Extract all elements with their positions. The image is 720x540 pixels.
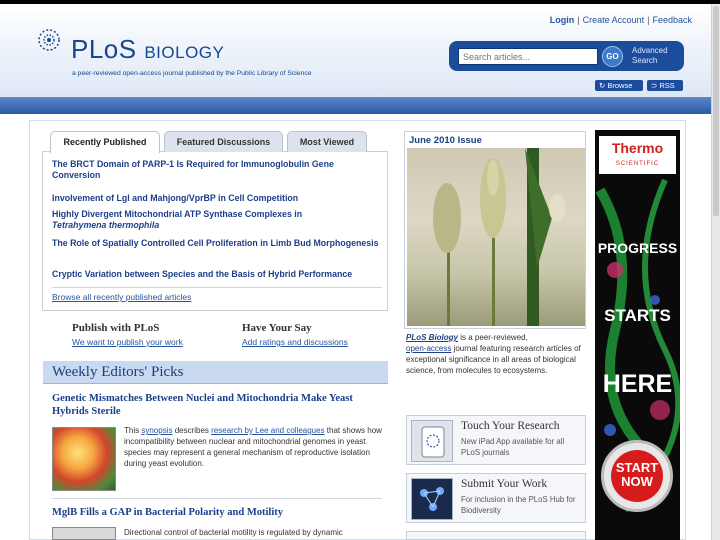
create-account-link[interactable]: Create Account [583, 15, 645, 25]
yeast-thumbnail[interactable] [52, 427, 116, 491]
nav-browse-articles[interactable]: Browse Articles [77, 3, 145, 13]
pick-text-yeast-mid: describes [172, 426, 212, 435]
browse-all-link[interactable]: Browse all recently published articles [52, 292, 191, 302]
article-link-cryptic-variation[interactable]: Cryptic Variation between Species and th… [52, 269, 382, 280]
publish-title: Publish with PLoS [72, 322, 160, 334]
nav-for-authors[interactable]: For Authors and Reviewers [260, 3, 377, 13]
submit-work-box[interactable]: Submit Your Work For inclusion in the PL… [406, 473, 586, 523]
picks-divider [52, 498, 382, 499]
have-your-say-link[interactable]: Add ratings and discussions [242, 337, 348, 347]
pick-title-yeast[interactable]: Genetic Mismatches Between Nuclei and Mi… [52, 392, 372, 418]
browse-label: Browse [607, 81, 633, 90]
article-link-mito-atp-text: Highly Divergent Mitochondrial ATP Synth… [52, 209, 303, 219]
main-navbar [0, 97, 711, 114]
site-tagline: a peer-reviewed open-access journal publ… [72, 70, 312, 77]
logo-main: PLoS [71, 34, 137, 64]
articles-divider [52, 287, 382, 288]
pick-text-mglb: Directional control of bacterial motilit… [124, 528, 343, 537]
login-link[interactable]: Login [550, 15, 575, 25]
thermo-logo: Thermo SCIENTIFIC [599, 136, 676, 174]
next-side-box[interactable] [406, 531, 586, 540]
nav-home[interactable]: Home [42, 3, 67, 13]
now-word: NOW [621, 474, 653, 489]
thermo-brand: Thermo [611, 140, 664, 156]
thermo-advertisement[interactable]: Thermo SCIENTIFIC PROGRESS STARTS HERE S… [595, 130, 680, 540]
start-word: START [615, 460, 659, 475]
issue-title[interactable]: June 2010 Issue [409, 135, 482, 146]
account-links: Login | Create Account | Feedback [549, 15, 692, 25]
tab-featured-discussions[interactable]: Featured Discussions [164, 131, 283, 152]
start-now-button[interactable]: START NOW [601, 440, 673, 512]
article-link-species-name: Tetrahymena thermophila [52, 220, 160, 230]
touch-research-title: Touch Your Research [461, 420, 560, 432]
plos-biology-link[interactable]: PLoS Biology [406, 333, 458, 342]
biodiversity-hub-icon [411, 478, 453, 520]
article-link-mito-atp[interactable]: Highly Divergent Mitochondrial ATP Synth… [52, 209, 382, 231]
article-link-brct[interactable]: The BRCT Domain of PARP-1 Is Required fo… [52, 159, 382, 181]
have-your-say-title: Have Your Say [242, 322, 312, 334]
article-link-lgl[interactable]: Involvement of Lgl and Mahjong/VprBP in … [52, 193, 382, 204]
start-now-label: START NOW [611, 450, 663, 502]
nav-hubs[interactable]: Hubs [596, 3, 619, 13]
ad-word-starts: STARTS [604, 306, 671, 325]
touch-research-text: New iPad App available for all PLoS jour… [461, 437, 565, 457]
nav-for-readers[interactable]: For Readers [195, 3, 248, 13]
rss-label: RSS [659, 81, 675, 90]
pick-title-mglb[interactable]: MglB Fills a GAP in Bacterial Polarity a… [52, 506, 372, 519]
search-panel: GO Advanced Search [449, 41, 684, 71]
submit-work-title: Submit Your Work [461, 478, 548, 490]
nav-about[interactable]: About [158, 3, 184, 13]
issue-desc-part1: is a peer-reviewed, [458, 333, 528, 342]
nav-plos-org[interactable]: PLoS.org [637, 3, 677, 13]
feedback-link[interactable]: Feedback [652, 15, 692, 25]
article-link-limb-bud[interactable]: The Role of Spatially Controlled Cell Pr… [52, 238, 382, 249]
pick-text-yeast-pre: This [124, 426, 142, 435]
rss-button[interactable]: ⊃ RSS [647, 80, 683, 91]
tab-most-viewed[interactable]: Most Viewed [287, 131, 367, 152]
touch-research-box[interactable]: Touch Your Research New iPad App availab… [406, 415, 586, 465]
mglb-thumbnail[interactable] [52, 527, 116, 540]
logo-sub: BIOLOGY [144, 43, 225, 62]
advanced-search-link[interactable]: Advanced Search [632, 46, 682, 66]
vertical-scrollbar[interactable] [711, 4, 720, 540]
pick-text-yeast: This synopsis describes research by Lee … [124, 425, 384, 469]
browse-button[interactable]: ↻ Browse [595, 80, 643, 91]
issue-cover-image[interactable] [407, 148, 585, 326]
publish-link[interactable]: We want to publish your work [72, 337, 183, 347]
issue-description: PLoS Biology is a peer-reviewed, open-acc… [406, 332, 586, 376]
nav-journals[interactable]: Journals [537, 3, 575, 13]
editors-picks-title: Weekly Editors' Picks [52, 364, 184, 380]
submit-work-text: For inclusion in the PLoS Hub for Biodiv… [461, 495, 576, 515]
search-go-button[interactable]: GO [602, 46, 623, 67]
thermo-brand-sub: SCIENTIFIC [615, 161, 660, 167]
open-access-link[interactable]: open-access [406, 344, 451, 353]
search-input[interactable] [458, 48, 598, 65]
plos-globe-icon[interactable] [33, 24, 65, 56]
synopsis-link[interactable]: synopsis [141, 426, 172, 435]
ad-word-progress: PROGRESS [597, 240, 678, 256]
ipad-app-icon [411, 420, 453, 462]
site-logo[interactable]: PLoS BIOLOGY [71, 36, 224, 62]
grass-illustration [433, 148, 565, 326]
ad-word-here: HERE [602, 370, 673, 398]
research-link[interactable]: research by Lee and colleagues [211, 426, 324, 435]
tab-recently-published[interactable]: Recently Published [50, 131, 160, 153]
scrollbar-thumb[interactable] [713, 6, 719, 216]
